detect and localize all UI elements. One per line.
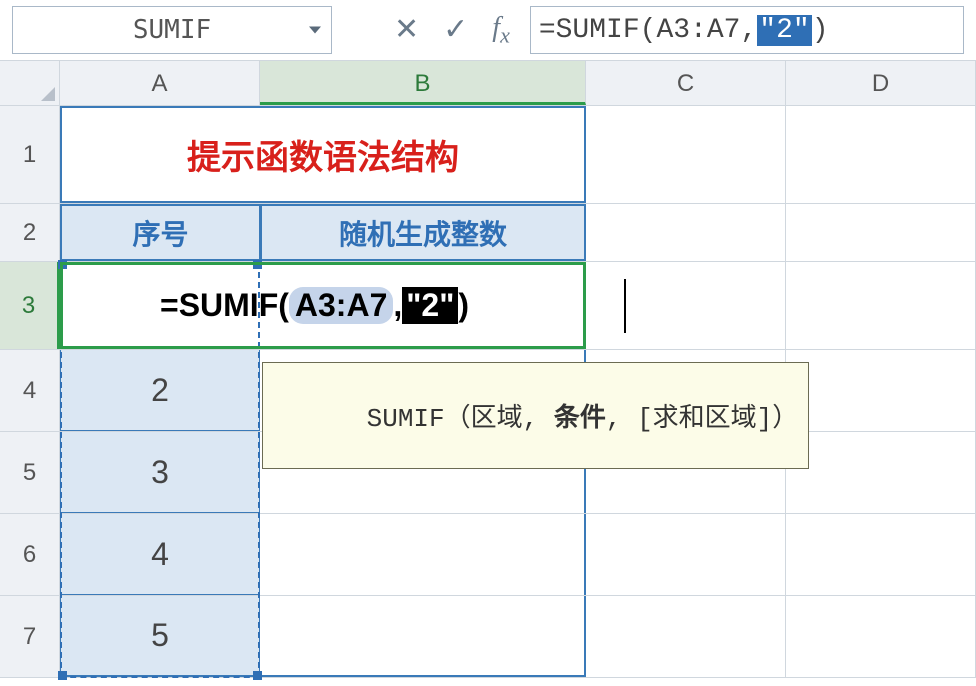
row-header-7[interactable]: 7 [0,596,60,677]
cell-A5-value: 3 [151,454,169,491]
cell-C6[interactable] [586,514,786,595]
header-A: 序号 [132,213,188,253]
edit-criteria: "2" [402,287,458,324]
name-box[interactable]: SUMIF [12,6,332,54]
spreadsheet-grid: A B C D 1 提示函数语法结构 2 序号 随机生成整数 [0,60,976,678]
cell-A4-value: 2 [151,372,169,409]
function-syntax-tooltip: SUMIF（区域, 条件, [求和区域]） [262,362,809,469]
row-2: 2 序号 随机生成整数 [0,204,976,262]
cell-A6-value: 4 [151,536,169,573]
cancel-icon[interactable]: ✕ [394,15,419,45]
cell-C7[interactable] [586,596,786,677]
formula-bar-controls: ✕ ✓ fx [394,12,510,49]
edit-range: A3:A7 [289,287,393,324]
cell-A4[interactable]: 2 [60,350,260,431]
confirm-icon[interactable]: ✓ [443,15,468,45]
cell-C1[interactable] [586,106,786,203]
tooltip-p3: , [求和区域]） [606,404,798,434]
cell-A2[interactable]: 序号 [60,204,260,261]
col-header-D[interactable]: D [786,61,976,105]
row-header-2[interactable]: 2 [0,204,60,261]
header-B: 随机生成整数 [339,213,507,253]
row-header-5[interactable]: 5 [0,432,60,513]
formula-suffix: ) [812,15,829,46]
tooltip-fn: SUMIF [367,404,445,434]
row-1: 1 提示函数语法结构 [0,106,976,204]
tooltip-p2: 条件 [538,404,606,434]
row-7: 7 5 [0,596,976,678]
cell-A1-B1-merged[interactable]: 提示函数语法结构 [60,106,586,203]
row-header-4[interactable]: 4 [0,350,60,431]
row-6: 6 4 [0,514,976,596]
row-header-1[interactable]: 1 [0,106,60,203]
name-box-value: SUMIF [133,15,211,45]
row-header-3[interactable]: 3 [0,262,60,349]
cell-D5[interactable] [786,432,976,513]
select-all-corner[interactable] [0,61,60,105]
cell-A7-value: 5 [151,617,169,654]
cell-edit-overlay[interactable]: =SUMIF(A3:A7,"2") [60,262,630,349]
edit-comma: , [393,287,402,324]
fx-icon[interactable]: fx [492,12,510,49]
formula-prefix: =SUMIF(A3:A7, [539,15,757,46]
cell-A7[interactable]: 5 [60,596,260,677]
cell-A5[interactable]: 3 [60,432,260,513]
col-header-C[interactable]: C [586,61,786,105]
cell-D6[interactable] [786,514,976,595]
cell-D7[interactable] [786,596,976,677]
cell-B2[interactable]: 随机生成整数 [260,204,586,261]
edit-prefix: = [160,287,179,324]
cell-A6[interactable]: 4 [60,514,260,595]
col-header-A[interactable]: A [60,61,260,105]
formula-bar-row: SUMIF ✕ ✓ fx =SUMIF(A3:A7,"2") [0,0,976,60]
edit-close: ) [458,287,469,324]
cell-C2[interactable] [586,204,786,261]
cell-D1[interactable] [786,106,976,203]
formula-selected: "2" [757,15,811,46]
row-3: 3 =SUMIF(A3:A7,"2") [0,262,976,350]
title-text: 提示函数语法结构 [187,130,459,179]
row-header-6[interactable]: 6 [0,514,60,595]
cell-B6[interactable] [260,514,586,595]
edit-fn: SUMIF( [179,287,289,324]
cell-D4[interactable] [786,350,976,431]
cell-D3[interactable] [786,262,976,349]
name-box-dropdown-icon[interactable] [309,27,321,34]
column-headers: A B C D [0,60,976,106]
formula-bar-input[interactable]: =SUMIF(A3:A7,"2") [530,6,964,54]
tooltip-p1: （区域, [445,404,539,434]
col-header-B[interactable]: B [260,61,586,105]
cell-B7[interactable] [260,596,586,677]
text-cursor [624,279,626,333]
rows-container: 1 提示函数语法结构 2 序号 随机生成整数 3 [0,106,976,678]
cell-D2[interactable] [786,204,976,261]
